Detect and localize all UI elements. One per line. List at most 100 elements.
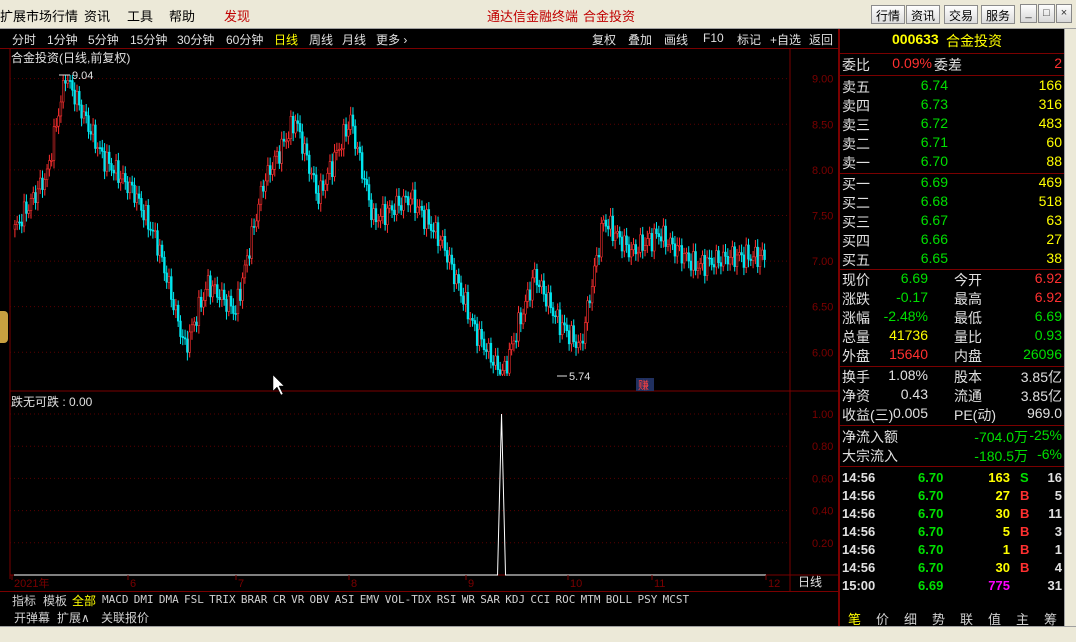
period-15min[interactable]: 15分钟 [130,31,167,48]
indicator-tab-voltdx[interactable]: VOL-TDX [385,593,431,606]
indicator-tab-emv[interactable]: EMV [360,593,380,606]
news-button[interactable]: 资讯 [906,5,941,24]
indicator-tab-psy[interactable]: PSY [638,593,658,606]
indicator-tab-boll[interactable]: BOLL [606,593,633,606]
indicator-tab-brar[interactable]: BRAR [241,593,268,606]
candle-body [464,292,467,305]
trade-button[interactable]: 交易 [944,5,979,24]
fund-row[interactable]: 换手 1.08% 股本 3.85亿 [840,367,1066,386]
tick-row[interactable]: 14:56 6.70 1 B 1 [840,542,1066,560]
candle-body [216,284,219,298]
sell-order-row[interactable]: 卖二 6.71 60 [840,134,1066,153]
tool-back[interactable]: 返回 [809,31,833,48]
stat-row[interactable]: 涨跌 -0.17 最高 6.92 [840,289,1066,308]
sell-order-row[interactable]: 卖五 6.74 166 [840,77,1066,96]
indicator-tab-mtm[interactable]: MTM [581,593,601,606]
indicator-tab-cr[interactable]: CR [273,593,286,606]
tool-overlay[interactable]: 叠加 [628,31,652,48]
buy-order-row[interactable]: 买三 6.67 63 [840,212,1066,231]
quote-button[interactable]: 行情 [871,5,906,24]
menu-help[interactable]: 帮助 [169,6,195,25]
tick-row[interactable]: 14:56 6.70 30 B 4 [840,560,1066,578]
period-daily[interactable]: 日线 [274,31,298,48]
indicator-tab-sar[interactable]: SAR [480,593,500,606]
tool-adjust[interactable]: 复权 [592,31,616,48]
fund-row[interactable]: 净资 0.43 流通 3.85亿 [840,386,1066,405]
stat-row[interactable]: 涨幅 -2.48% 最低 6.69 [840,308,1066,327]
tick-row[interactable]: 14:56 6.70 30 B 11 [840,506,1066,524]
buy-order-row[interactable]: 买五 6.65 38 [840,250,1066,269]
tick-row[interactable]: 14:56 6.70 163 S 16 [840,470,1066,488]
collapse-panel-handle[interactable] [0,311,8,343]
menu-extended-market[interactable]: 扩展市场行情 [0,6,78,25]
candle-body [501,370,504,375]
period-30min[interactable]: 30分钟 [177,31,214,48]
link-tdx-terminal[interactable]: 通达信金融终端 [487,6,578,25]
buy-order-row[interactable]: 买二 6.68 518 [840,193,1066,212]
flow-row[interactable]: 大宗流入 -180.5万 -6% [840,446,1066,465]
event-marker[interactable]: 赚 [638,378,649,392]
tick-row[interactable]: 14:56 6.70 5 B 3 [840,524,1066,542]
service-button[interactable]: 服务 [981,5,1016,24]
indicator-tab-vr[interactable]: VR [291,593,304,606]
tool-f10[interactable]: F10 [703,31,724,45]
template-menu[interactable]: 模板 [43,592,67,609]
expand-toggle[interactable]: 扩展∧ [57,609,90,626]
tool-mark[interactable]: 标记 [737,31,761,48]
period-more[interactable]: 更多 › [376,31,407,48]
flow-row[interactable]: 净流入额 -704.0万 -25% [840,427,1066,446]
fund-row[interactable]: 收益(三) 0.005 PE(动) 969.0 [840,405,1066,424]
period-intraday[interactable]: 分时 [12,31,36,48]
stat-row[interactable]: 现价 6.69 今开 6.92 [840,270,1066,289]
tick-volume: 163 [988,470,1010,485]
indicator-tab-cci[interactable]: CCI [530,593,550,606]
tool-add-watchlist[interactable]: +自选 [770,31,801,48]
period-weekly[interactable]: 周线 [309,31,333,48]
period-monthly[interactable]: 月线 [342,31,366,48]
period-1min[interactable]: 1分钟 [47,31,78,48]
indicator-tab-asi[interactable]: ASI [335,593,355,606]
sell-order-row[interactable]: 卖四 6.73 316 [840,96,1066,115]
candle-body [602,219,605,224]
tool-draw-line[interactable]: 画线 [664,31,688,48]
menu-news[interactable]: 资讯 [84,6,110,25]
indicator-tab-kdj[interactable]: KDJ [505,593,525,606]
indicator-tab-mcst[interactable]: MCST [663,593,690,606]
menu-tools[interactable]: 工具 [127,6,153,25]
order-level-label: 买五 [842,252,870,268]
sell-order-row[interactable]: 卖三 6.72 483 [840,115,1066,134]
indicator-tab-fsl[interactable]: FSL [184,593,204,606]
close-icon[interactable]: × [1056,4,1072,23]
indicator-tab-roc[interactable]: ROC [556,593,576,606]
link-stock-name[interactable]: 合金投资 [583,6,635,25]
candle-body [114,160,118,174]
indicator-tab-macd[interactable]: MACD [102,593,129,606]
indicator-tab-obv[interactable]: OBV [310,593,330,606]
period-60min[interactable]: 60分钟 [226,31,263,48]
indicator-tab-all[interactable]: 全部 [72,592,96,609]
scrollbar[interactable] [1064,29,1076,626]
indicator-menu[interactable]: 指标 [12,592,36,609]
minimize-icon[interactable]: _ [1020,4,1037,23]
buy-order-row[interactable]: 买四 6.66 27 [840,231,1066,250]
stat-row[interactable]: 外盘 15640 内盘 26096 [840,346,1066,365]
indicator-tab-trix[interactable]: TRIX [209,593,236,606]
buy-order-row[interactable]: 买一 6.69 469 [840,174,1066,193]
period-5min[interactable]: 5分钟 [88,31,119,48]
indicator-tab-rsi[interactable]: RSI [437,593,457,606]
candle-body [710,257,713,265]
indicator-tab-dmi[interactable]: DMI [134,593,154,606]
indicator-tab-wr[interactable]: WR [462,593,475,606]
candle-body [232,305,235,314]
tick-row[interactable]: 14:56 6.70 27 B 5 [840,488,1066,506]
danmu-toggle[interactable]: 开弹幕 [14,609,50,626]
indicator-tab-dma[interactable]: DMA [159,593,179,606]
maximize-icon[interactable]: □ [1038,4,1055,23]
menu-discover[interactable]: 发现 [224,6,250,25]
related-quotes[interactable]: 关联报价 [101,609,149,626]
stat-row[interactable]: 总量 41736 量比 0.93 [840,327,1066,346]
tick-row[interactable]: 15:00 6.69 775 31 [840,578,1066,596]
kline-chart[interactable]: 9.00 8.50 8.00 7.50 7.00 6.50 6.00 1.00 0.80 0.6… [0,49,838,593]
sell-order-row[interactable]: 卖一 6.70 88 [840,153,1066,172]
chart-canvas[interactable]: 9.00 8.50 8.00 7.50 7.00 6.50 6.00 1.00 0.80 0.6… [0,49,838,593]
